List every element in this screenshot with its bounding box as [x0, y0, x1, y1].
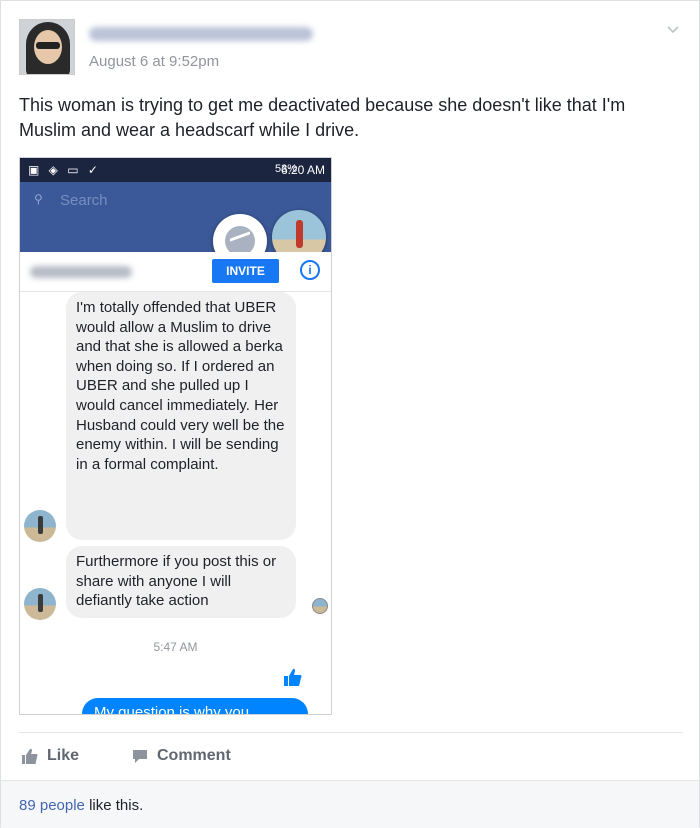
outgoing-message-partial: My question is why you — [82, 698, 308, 714]
message-bubble: Furthermore if you post this or share wi… — [66, 546, 296, 618]
message-bubble: I'm totally offended that UBER would all… — [66, 292, 296, 540]
likes-count-link[interactable]: 89 people — [19, 797, 85, 814]
likes-suffix: like this. — [84, 797, 144, 814]
invite-button: INVITE — [212, 259, 279, 283]
search-icon: ⚲ — [34, 192, 43, 206]
chevron-down-icon[interactable] — [665, 21, 681, 37]
avatar-sunglasses — [36, 42, 60, 49]
divider — [19, 732, 683, 733]
chat-header: INVITE i — [20, 252, 331, 292]
messenger-app-bar: ⚲ Search — [20, 182, 331, 268]
thumbs-up-icon — [284, 668, 302, 686]
post-text: This woman is trying to get me deactivat… — [19, 95, 626, 140]
message-time: 5:47 AM — [153, 640, 198, 654]
status-time: 6:20 AM — [280, 163, 325, 177]
like-button[interactable]: Like — [21, 744, 79, 768]
author-avatar[interactable] — [19, 19, 75, 75]
attached-screenshot[interactable]: ▣ ◈ ▭ ✓ 53% 6:20 AM ⚲ Search INVITE i I'… — [19, 157, 332, 715]
like-label: Like — [47, 747, 80, 764]
search-placeholder: Search — [60, 192, 108, 209]
sender-avatar — [24, 510, 56, 542]
comment-button[interactable]: Comment — [131, 744, 231, 768]
sender-avatar — [24, 588, 56, 620]
likes-summary: 89 people like this. — [19, 797, 143, 814]
post-timestamp[interactable]: August 6 at 9:52pm — [89, 53, 219, 70]
facebook-post: August 6 at 9:52pm This woman is trying … — [0, 0, 700, 828]
seen-indicator-avatar — [312, 598, 328, 614]
comment-label: Comment — [157, 747, 231, 764]
likes-footer: 89 people like this. — [1, 780, 699, 828]
comment-icon — [133, 750, 147, 763]
phone-status-bar: ▣ ◈ ▭ ✓ 53% 6:20 AM — [20, 158, 331, 182]
contact-name-blurred — [30, 266, 132, 278]
status-icons-left: ▣ ◈ ▭ ✓ — [28, 163, 101, 177]
author-name-blurred[interactable] — [89, 27, 313, 41]
info-icon: i — [300, 260, 320, 280]
thumbs-up-icon — [22, 748, 38, 764]
